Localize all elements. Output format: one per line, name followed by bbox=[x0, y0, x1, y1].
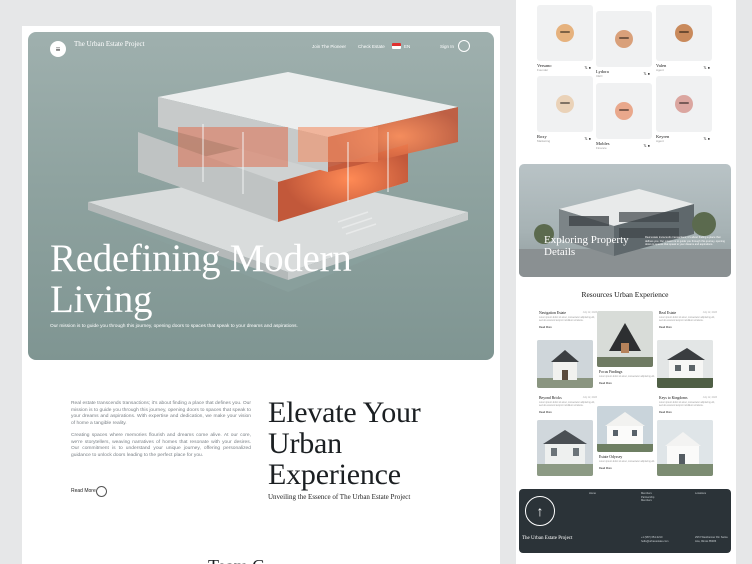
footer-column: Home bbox=[589, 492, 596, 496]
nav-link-check-estate[interactable]: Check Estate bbox=[358, 44, 385, 49]
resource-title: Estate Odyssey bbox=[599, 455, 623, 459]
right-preview-column: Versano Founder 𝕏● Lydora CEO 𝕏● Valen A… bbox=[516, 0, 736, 564]
team-card[interactable]: Mobles Finance 𝕏● bbox=[596, 83, 652, 150]
footer-contact: +1 (987) 654-3210 hello@urbanestate.com bbox=[641, 536, 668, 543]
avatar bbox=[615, 30, 633, 48]
explore-banner[interactable]: Exploring Property Details Real estate t… bbox=[519, 164, 731, 277]
read-more-link[interactable]: Read More bbox=[539, 411, 597, 414]
house-image bbox=[537, 340, 593, 388]
nav-link-join[interactable]: Join The Pioneer bbox=[312, 44, 346, 49]
house-image bbox=[657, 340, 713, 388]
read-more-link[interactable]: Read More bbox=[71, 488, 96, 494]
arrow-circle-icon[interactable] bbox=[96, 486, 107, 497]
footer-logo[interactable]: The Urban Estate Project bbox=[522, 536, 582, 542]
resources-title: Resources Urban Experience bbox=[581, 290, 669, 299]
resource-text: Lorem ipsum dolor sit amet, consectetur … bbox=[599, 461, 655, 463]
resource-date: July 12, 2023 bbox=[702, 396, 717, 399]
flag-icon[interactable] bbox=[392, 43, 401, 49]
banner-text: Real estate transcends transactions; it'… bbox=[645, 236, 725, 246]
team-photo bbox=[656, 76, 712, 132]
footer-column: Locations bbox=[695, 492, 706, 496]
avatar bbox=[556, 95, 574, 113]
footer-column: Members Partnership Members bbox=[641, 492, 654, 503]
resource-card[interactable]: Focus Findings Lorem ipsum dolor sit ame… bbox=[599, 370, 657, 385]
footer-address: 2972 Westheimer Rd. Santa Ana, Illinois … bbox=[695, 536, 728, 543]
resource-text: Lorem ipsum dolor sit amet, consectetur … bbox=[539, 317, 595, 322]
back-to-top-button[interactable]: ↑ bbox=[525, 496, 555, 526]
resource-date: July 12, 2023 bbox=[582, 396, 597, 399]
hero-title: Redefining Modern Living bbox=[50, 237, 352, 321]
team-photo bbox=[537, 5, 593, 61]
language-selector[interactable]: EN bbox=[404, 44, 410, 49]
footer-link[interactable]: Home bbox=[589, 492, 596, 496]
sign-in-link[interactable]: Sign In bbox=[440, 44, 454, 49]
read-more-link[interactable]: Read More bbox=[599, 467, 657, 470]
resource-title: Focus Findings bbox=[599, 370, 623, 374]
team-card[interactable]: Lydora CEO 𝕏● bbox=[596, 11, 652, 78]
resource-text: Lorem ipsum dolor sit amet, consectetur … bbox=[599, 376, 655, 378]
top-navigation: ≡ The Urban Estate Project Join The Pion… bbox=[28, 32, 494, 66]
intro-paragraph: Real estate transcends transactions; it'… bbox=[71, 401, 251, 427]
social-icons[interactable]: 𝕏● bbox=[703, 65, 711, 70]
resource-date: July 12, 2023 bbox=[582, 311, 597, 314]
social-icons[interactable]: 𝕏● bbox=[643, 71, 651, 76]
avatar bbox=[675, 24, 693, 42]
resource-text: Lorem ipsum dolor sit amet, consectetur … bbox=[659, 317, 715, 322]
read-more-link[interactable]: Read More bbox=[539, 326, 597, 329]
resource-text: Lorem ipsum dolor sit amet, consectetur … bbox=[539, 402, 595, 407]
social-icons[interactable]: 𝕏● bbox=[584, 136, 592, 141]
read-more-link[interactable]: Read More bbox=[659, 411, 717, 414]
landing-page: ≡ The Urban Estate Project Join The Pion… bbox=[22, 26, 500, 564]
intro-paragraph: Creating spaces where memories flourish … bbox=[71, 432, 251, 458]
avatar bbox=[615, 102, 633, 120]
avatar bbox=[556, 24, 574, 42]
resource-text: Lorem ipsum dolor sit amet, consectetur … bbox=[659, 402, 715, 407]
team-photo bbox=[656, 5, 712, 61]
social-icons[interactable]: 𝕏● bbox=[643, 143, 651, 148]
resource-card[interactable]: Estate Odyssey Lorem ipsum dolor sit ame… bbox=[599, 455, 657, 470]
read-more-link[interactable]: Read More bbox=[599, 382, 657, 385]
arrow-circle-icon[interactable] bbox=[458, 40, 470, 52]
read-more-link[interactable]: Read More bbox=[659, 326, 717, 329]
team-card[interactable]: Versano Founder 𝕏● bbox=[537, 5, 593, 72]
team-card[interactable]: Valen Agent 𝕏● bbox=[656, 5, 712, 72]
house-image bbox=[537, 420, 593, 476]
footer-link[interactable]: Locations bbox=[695, 492, 706, 496]
team-photo bbox=[537, 76, 593, 132]
hero-subtitle: Our mission is to guide you through this… bbox=[50, 324, 298, 329]
social-icons[interactable]: 𝕏● bbox=[584, 65, 592, 70]
avatar bbox=[675, 95, 693, 113]
footer-email[interactable]: hello@urbanestate.com bbox=[641, 540, 668, 544]
hero-section: ≡ The Urban Estate Project Join The Pion… bbox=[28, 32, 494, 360]
footer: ↑ The Urban Estate Project Home Members … bbox=[519, 489, 731, 553]
house-image bbox=[597, 311, 653, 367]
team-heading: Team C bbox=[208, 556, 264, 564]
resource-card[interactable]: Real Estate July 12, 2023 Lorem ipsum do… bbox=[659, 311, 717, 329]
section-subtitle: Unveiling the Essence of The Urban Estat… bbox=[268, 493, 411, 501]
team-photo bbox=[596, 11, 652, 67]
team-card[interactable]: Keyren Agent 𝕏● bbox=[656, 76, 712, 143]
banner-title: Exploring Property Details bbox=[544, 234, 629, 258]
social-icons[interactable]: 𝕏● bbox=[703, 136, 711, 141]
arrow-up-icon: ↑ bbox=[536, 503, 544, 519]
resource-date: July 12, 2023 bbox=[702, 311, 717, 314]
intro-text: Real estate transcends transactions; it'… bbox=[71, 401, 251, 465]
villa-image bbox=[519, 189, 731, 277]
section-title: Elevate Your Urban Experience bbox=[268, 396, 421, 491]
site-logo[interactable]: The Urban Estate Project bbox=[74, 40, 154, 49]
resource-card[interactable]: Beyond Bricks July 12, 2023 Lorem ipsum … bbox=[539, 396, 597, 414]
house-image bbox=[657, 420, 713, 476]
resource-card[interactable]: Keys to Kingdoms July 12, 2023 Lorem ips… bbox=[659, 396, 717, 414]
team-photo bbox=[596, 83, 652, 139]
footer-link[interactable]: Members bbox=[641, 499, 654, 503]
menu-button[interactable]: ≡ bbox=[50, 41, 66, 57]
menu-icon: ≡ bbox=[55, 44, 61, 54]
team-card[interactable]: Roxy Marketing 𝕏● bbox=[537, 76, 593, 143]
house-image bbox=[597, 406, 653, 452]
resource-card[interactable]: Navigation Estate July 12, 2023 Lorem ip… bbox=[539, 311, 597, 329]
